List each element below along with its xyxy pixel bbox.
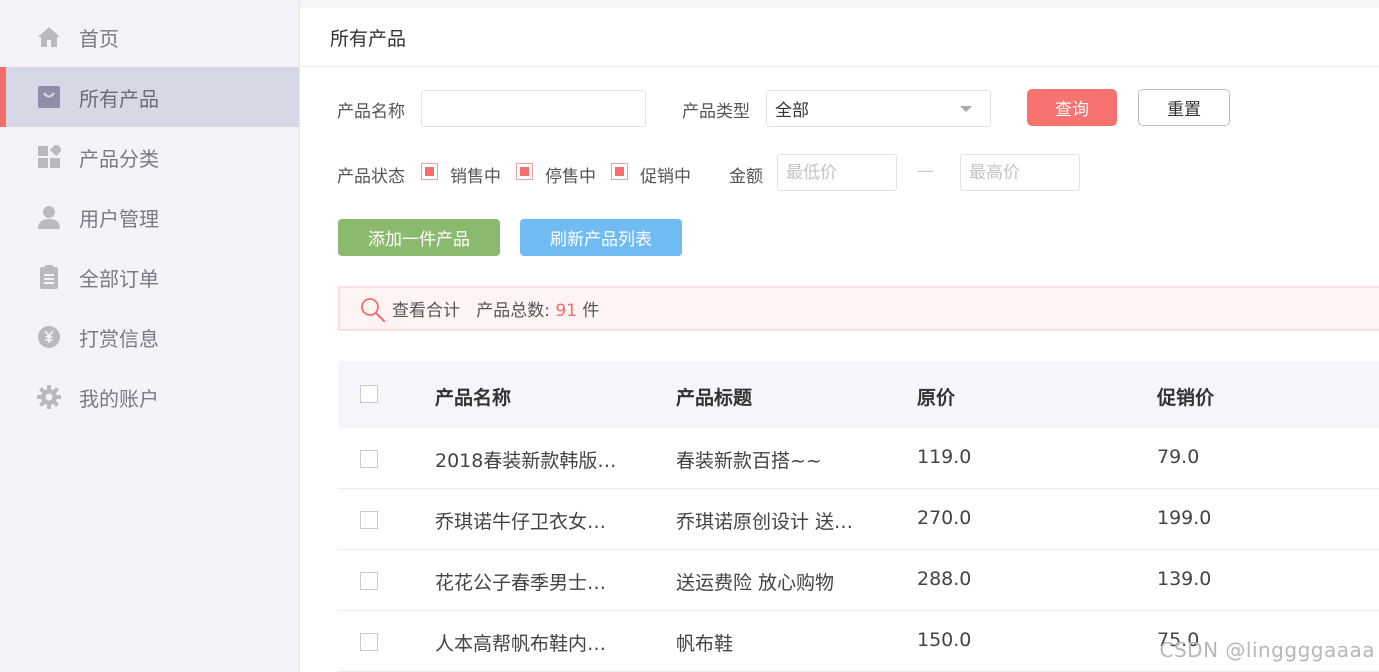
- divider: [300, 66, 1379, 67]
- view-total-label: 查看合计: [392, 301, 460, 321]
- status-promo-label: 促销中: [640, 167, 691, 187]
- total-label: 产品总数:: [476, 301, 550, 321]
- amount-label: 金额: [729, 167, 763, 187]
- table-header: 产品名称 产品标题 原价 促销价: [338, 361, 1379, 428]
- product-name-input[interactable]: [421, 90, 646, 127]
- sidebar-item-home[interactable]: 首页: [0, 7, 299, 67]
- sidebar-item-my-account[interactable]: 我的账户: [0, 367, 299, 427]
- checkbox-check-icon: [425, 167, 434, 176]
- cell-promo: 139.0: [1157, 568, 1212, 590]
- add-product-button[interactable]: 添加一件产品: [338, 219, 500, 256]
- status-promo-checkbox[interactable]: [611, 163, 628, 180]
- sidebar-item-all-products[interactable]: 所有产品: [0, 67, 299, 127]
- cell-price: 119.0: [917, 446, 972, 468]
- cell-name: 人本高帮帆布鞋内…: [435, 633, 607, 655]
- home-icon: [37, 25, 61, 49]
- status-off-sale-checkbox[interactable]: [516, 163, 533, 180]
- max-price-input[interactable]: [960, 154, 1080, 191]
- status-on-sale-checkbox[interactable]: [421, 163, 438, 180]
- sidebar: 首页 所有产品 产品分类 用户管理 全部订单 打赏信息 我的账户: [0, 0, 300, 672]
- cell-price: 150.0: [917, 629, 972, 651]
- cell-promo: 199.0: [1157, 507, 1212, 529]
- select-all-checkbox[interactable]: [360, 385, 378, 403]
- total-count: 91: [555, 301, 577, 321]
- sidebar-item-all-orders[interactable]: 全部订单: [0, 247, 299, 307]
- sidebar-item-product-category[interactable]: 产品分类: [0, 127, 299, 187]
- query-button[interactable]: 查询: [1027, 89, 1117, 126]
- summary-bar: 查看合计 产品总数: 91 件: [338, 286, 1379, 331]
- row-checkbox[interactable]: [360, 572, 378, 590]
- reset-button[interactable]: 重置: [1138, 89, 1230, 126]
- sidebar-item-reward-info[interactable]: 打赏信息: [0, 307, 299, 367]
- sidebar-item-label: 所有产品: [79, 86, 159, 111]
- cell-name: 乔琪诺牛仔卫衣女…: [435, 511, 607, 533]
- cell-price: 288.0: [917, 568, 972, 590]
- sidebar-item-label: 全部订单: [79, 266, 159, 291]
- caret-down-icon: [960, 106, 972, 112]
- product-type-value: 全部: [775, 101, 809, 121]
- main-content: 所有产品 产品名称 产品类型 全部 查询 重置 产品状态 销售中 停售中 促销中…: [300, 0, 1379, 672]
- row-checkbox[interactable]: [360, 633, 378, 651]
- table-row[interactable]: 花花公子春季男士… 送运费险 放心购物 288.0 139.0: [338, 550, 1379, 611]
- column-header-promo: 促销价: [1157, 387, 1215, 409]
- product-type-label: 产品类型: [682, 102, 750, 122]
- cell-price: 270.0: [917, 507, 972, 529]
- cell-title: 送运费险 放心购物: [676, 572, 835, 594]
- product-status-label: 产品状态: [337, 167, 405, 187]
- cell-title: 乔琪诺原创设计 送…: [676, 511, 854, 533]
- total-unit: 件: [582, 301, 600, 321]
- page-title: 所有产品: [330, 28, 407, 50]
- range-dash: —: [917, 161, 934, 181]
- table-row[interactable]: 乔琪诺牛仔卫衣女… 乔琪诺原创设计 送… 270.0 199.0: [338, 489, 1379, 550]
- checkbox-check-icon: [615, 167, 624, 176]
- cell-title: 帆布鞋: [676, 633, 734, 655]
- cell-name: 2018春装新款韩版…: [435, 450, 617, 472]
- sidebar-item-user-management[interactable]: 用户管理: [0, 187, 299, 247]
- sidebar-item-label: 我的账户: [79, 386, 159, 411]
- cell-name: 花花公子春季男士…: [435, 572, 607, 594]
- row-checkbox[interactable]: [360, 450, 378, 468]
- sidebar-item-label: 产品分类: [79, 146, 159, 171]
- column-header-price: 原价: [917, 387, 956, 409]
- sidebar-item-label: 首页: [79, 26, 119, 51]
- gear-icon: [37, 385, 61, 409]
- table-row[interactable]: 2018春装新款韩版… 春装新款百搭~~ 119.0 79.0: [338, 428, 1379, 489]
- clipboard-icon: [37, 265, 61, 289]
- product-type-select[interactable]: 全部: [766, 90, 991, 127]
- cell-promo: 79.0: [1157, 446, 1200, 468]
- category-grid-icon: [37, 145, 61, 169]
- watermark: CSDN @linggggaaaa: [1159, 638, 1375, 662]
- product-name-label: 产品名称: [337, 102, 405, 122]
- top-strip: [300, 0, 1379, 8]
- status-on-sale-label: 销售中: [450, 167, 501, 187]
- shopping-bag-icon: [37, 85, 61, 109]
- status-off-sale-label: 停售中: [545, 167, 596, 187]
- min-price-input[interactable]: [777, 154, 897, 191]
- search-icon: [360, 297, 386, 323]
- user-icon: [37, 205, 61, 229]
- refresh-list-button[interactable]: 刷新产品列表: [520, 219, 682, 256]
- sidebar-item-label: 用户管理: [79, 206, 159, 231]
- yen-coin-icon: [37, 325, 61, 349]
- column-header-title: 产品标题: [676, 387, 753, 409]
- checkbox-check-icon: [520, 167, 529, 176]
- cell-title: 春装新款百搭~~: [676, 450, 822, 472]
- summary-text: 查看合计 产品总数: 91 件: [392, 296, 599, 321]
- sidebar-item-label: 打赏信息: [79, 326, 159, 351]
- row-checkbox[interactable]: [360, 511, 378, 529]
- column-header-name: 产品名称: [435, 387, 512, 409]
